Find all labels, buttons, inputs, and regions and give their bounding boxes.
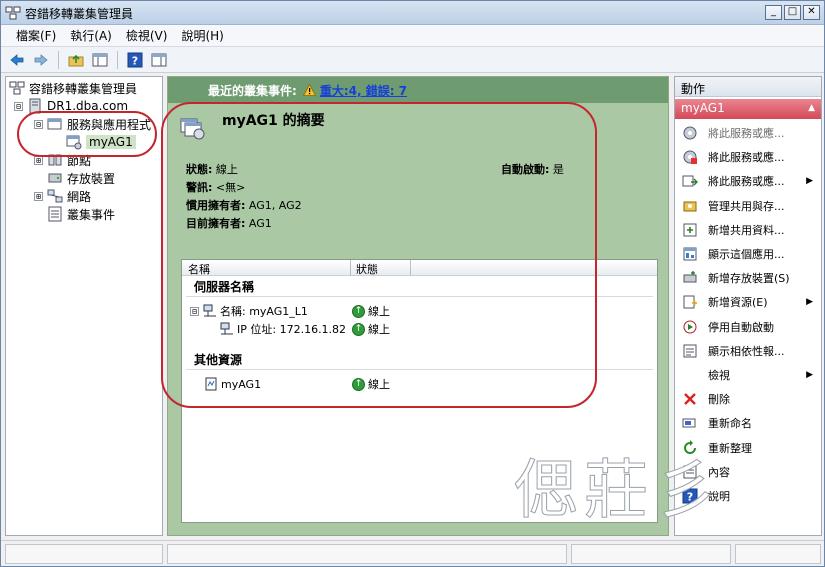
app-window: 容錯移轉叢集管理員 _ □ ✕ 檔案(F) 執行(A) 檢視(V) 說明(H) … (0, 0, 825, 567)
status-cell (571, 544, 731, 564)
storage-icon (48, 173, 62, 183)
back-arrow-icon[interactable] (7, 50, 27, 70)
action-label: 將此服務或應... (708, 151, 785, 165)
action-label: 新增資源(E) (708, 296, 768, 310)
take-offline-icon (683, 150, 697, 165)
svg-text:?: ? (132, 54, 138, 67)
action-item[interactable]: 顯示這個應用... (675, 242, 821, 266)
tree-label: 存放裝置 (67, 171, 116, 186)
tree-label: 容錯移轉叢集管理員 (29, 81, 138, 96)
dependency-report-icon (683, 344, 697, 358)
menu-view[interactable]: 檢視(V) (119, 27, 175, 44)
expand-toggle[interactable]: ⊞ (34, 191, 43, 201)
action-item[interactable]: 刪除 (675, 387, 821, 411)
action-item[interactable]: 新增共用資料... (675, 218, 821, 242)
action-label: 停用自動啟動 (708, 320, 774, 334)
toolbar-separator (58, 50, 59, 69)
tree-item-events[interactable]: 叢集事件 (47, 205, 115, 223)
action-item[interactable]: 顯示相依性報... (675, 339, 821, 363)
action-label: 新增存放裝置(S) (708, 272, 790, 286)
action-item[interactable]: 停用自動啟動 (675, 315, 821, 339)
menu-bar: 檔案(F) 執行(A) 檢視(V) 說明(H) (1, 25, 824, 47)
menu-help[interactable]: 說明(H) (174, 27, 230, 44)
actions-subheader-label: myAG1 (681, 101, 725, 115)
action-label: 重新命名 (708, 417, 752, 431)
network-icon (47, 189, 63, 203)
status-cell (5, 544, 163, 564)
watermark: 偲莊彡 (514, 454, 724, 529)
tree-label: 網路 (67, 189, 92, 204)
help-icon[interactable]: ? (125, 50, 145, 70)
add-share-icon (683, 223, 697, 237)
action-label: 將此服務或應... (708, 127, 785, 140)
cluster-manager-icon (5, 6, 21, 20)
tree-item-storage[interactable]: 存放裝置 (47, 169, 115, 187)
events-label: 最近的叢集事件: (208, 83, 297, 98)
action-item[interactable]: 將此服務或應... (675, 121, 821, 145)
action-label: 新增共用資料... (708, 223, 785, 237)
window-controls: _ □ ✕ (765, 5, 820, 20)
show-hide-pane-icon[interactable] (90, 50, 110, 70)
action-label: 刪除 (708, 393, 730, 407)
status-cell (735, 544, 821, 564)
console-icon[interactable] (149, 50, 169, 70)
action-item[interactable]: 重新命名 (675, 411, 821, 435)
blank-icon (682, 367, 698, 383)
share-icon (683, 201, 697, 212)
actions-subheader[interactable]: myAG1 ▲ (675, 99, 821, 119)
action-label: 顯示相依性報... (708, 344, 785, 358)
move-service-icon (682, 175, 698, 187)
status-cell (167, 544, 567, 564)
recent-events-bar: 最近的叢集事件: 重大:4, 錯誤: 7 (168, 77, 668, 103)
action-item[interactable]: 新增資源(E) ▶ (675, 290, 821, 314)
forward-arrow-icon[interactable] (31, 50, 51, 70)
close-button[interactable]: ✕ (803, 5, 820, 20)
cluster-manager-icon (9, 81, 25, 95)
annotation-ellipse-summary (161, 102, 597, 408)
tree-label: 叢集事件 (67, 207, 116, 222)
minimize-button[interactable]: _ (765, 5, 782, 20)
window-title: 容錯移轉叢集管理員 (25, 7, 134, 21)
toolbar-separator (117, 50, 118, 69)
menu-action[interactable]: 執行(A) (63, 27, 119, 44)
submenu-arrow-icon: ▶ (806, 176, 813, 187)
action-label: 顯示這個應用... (708, 248, 785, 261)
tree-item-networks[interactable]: ⊞ 網路 (34, 187, 91, 205)
submenu-arrow-icon: ▶ (806, 297, 813, 308)
event-log-icon (48, 206, 62, 222)
actions-header: 動作 (675, 77, 821, 97)
disable-autostart-icon (683, 320, 697, 334)
action-label: 管理共用與存... (708, 199, 785, 213)
warning-icon (302, 84, 316, 96)
action-item[interactable]: 將此服務或應... (675, 145, 821, 169)
add-resource-icon (683, 295, 697, 309)
restore-button[interactable]: □ (784, 5, 801, 20)
toolbar: ? (1, 47, 824, 73)
delete-icon (684, 393, 696, 406)
action-label: 將此服務或應... (708, 175, 785, 189)
dashboard-icon (683, 247, 697, 261)
add-storage-icon (683, 271, 697, 283)
action-item[interactable]: 新增存放裝置(S) (675, 266, 821, 290)
action-item[interactable]: 將此服務或應... ▶ (675, 169, 821, 193)
collapse-caret-icon[interactable]: ▲ (808, 103, 815, 113)
title-bar[interactable]: 容錯移轉叢集管理員 _ □ ✕ (1, 1, 824, 25)
rename-icon (682, 418, 696, 428)
action-label: 檢視 (708, 369, 730, 382)
action-item[interactable]: 檢視 ▶ (675, 363, 821, 387)
bring-online-icon (683, 126, 697, 140)
submenu-arrow-icon: ▶ (806, 370, 813, 380)
action-item[interactable]: 管理共用與存... (675, 194, 821, 218)
collapse-toggle[interactable]: ⊟ (14, 101, 23, 111)
events-link[interactable]: 重大:4, 錯誤: 7 (320, 82, 407, 99)
tree-item-root[interactable]: 容錯移轉叢集管理員 (9, 79, 137, 97)
folder-up-icon[interactable] (66, 50, 86, 70)
status-bar (1, 540, 824, 566)
annotation-ellipse-tree (17, 111, 157, 157)
menu-file[interactable]: 檔案(F) (9, 27, 63, 44)
